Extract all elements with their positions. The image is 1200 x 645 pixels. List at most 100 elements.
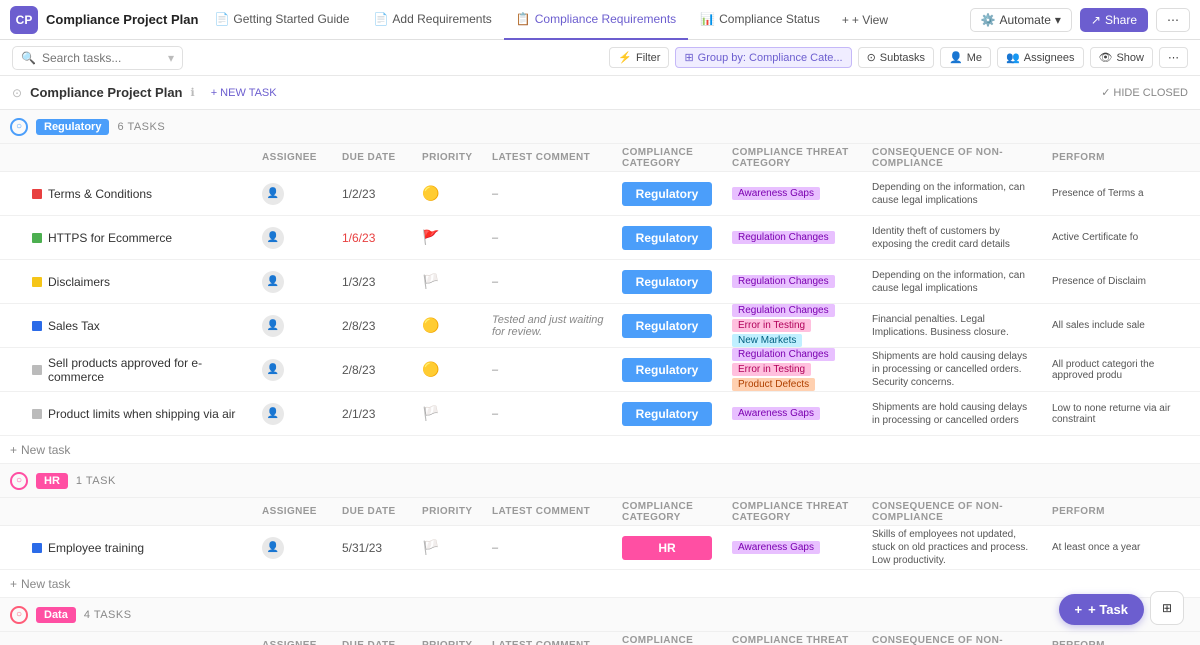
due-date: 2/8/23 — [342, 363, 375, 377]
filter-button[interactable]: ⚡ Filter — [609, 47, 669, 68]
column-headers: ASSIGNEEDUE DATEPRIORITYLATEST COMMENTCO… — [0, 498, 1200, 526]
new-task-regulatory[interactable]: +New task — [0, 436, 1200, 464]
task-consequence-col: Depending on the information, can cause … — [864, 181, 1044, 207]
task-count-data: 4 TASKS — [84, 609, 132, 621]
global-header: ⊙ Compliance Project Plan ℹ + NEW TASK ✓… — [0, 76, 1200, 110]
tab-compliance-status[interactable]: 📊 Compliance Status — [688, 0, 832, 40]
task-threat-col: Regulation ChangesError in TestingProduc… — [724, 348, 864, 391]
task-perform-col: Low to none returne via air constraint — [1044, 403, 1200, 425]
assignees-icon: 👥 — [1006, 51, 1020, 64]
filter-icon: ⚡ — [618, 51, 632, 64]
automate-button[interactable]: ⚙️ Automate ▾ — [970, 8, 1072, 32]
task-status-dot — [32, 365, 42, 375]
latest-comment: Tested and just waiting for review. — [492, 314, 606, 338]
task-category-col: Regulatory — [614, 402, 724, 426]
task-row[interactable]: Sell products approved for e-commerce 👤 … — [0, 348, 1200, 392]
latest-comment: – — [492, 188, 498, 200]
hide-closed-button[interactable]: ✓ HIDE CLOSED — [1101, 86, 1188, 99]
threat-tags: Awareness Gaps — [732, 541, 820, 554]
new-task-header-button[interactable]: + NEW TASK — [211, 87, 277, 99]
task-row[interactable]: Sales Tax 👤 2/8/23 🟡 Tested and just wai… — [0, 304, 1200, 348]
search-box[interactable]: 🔍 ▾ — [12, 46, 183, 70]
tab-getting-started[interactable]: 📄 Getting Started Guide — [202, 0, 361, 40]
latest-comment: – — [492, 408, 498, 420]
priority-flag: 🟡 — [422, 317, 439, 334]
task-comment-col: – — [484, 408, 614, 420]
priority-flag: 🟡 — [422, 361, 439, 378]
toolbar-right: ⚡ Filter ⊞ Group by: Compliance Cate... … — [609, 47, 1188, 68]
task-status-dot — [32, 277, 42, 287]
show-button[interactable]: 👁 Show — [1090, 47, 1154, 68]
due-date: 1/2/23 — [342, 187, 375, 201]
task-category-col: Regulatory — [614, 314, 724, 338]
more-toolbar-button[interactable]: ⋯ — [1159, 47, 1188, 68]
plus-icon: + — [10, 443, 17, 457]
threat-tags: Regulation ChangesError in TestingProduc… — [732, 348, 856, 391]
consequence-text: Depending on the information, can cause … — [872, 269, 1036, 295]
chevron-down-icon: ▾ — [1055, 13, 1061, 27]
plus-icon: + — [842, 13, 849, 27]
task-due-col: 2/8/23 — [334, 363, 414, 377]
avatar: 👤 — [262, 271, 284, 293]
group-by-button[interactable]: ⊞ Group by: Compliance Cate... — [675, 47, 851, 68]
task-name-text: Sell products approved for e-commerce — [48, 356, 246, 384]
add-view-button[interactable]: + + View — [832, 0, 898, 40]
task-name-col: Sales Tax — [24, 319, 254, 333]
task-threat-col: Regulation Changes — [724, 231, 864, 244]
tab-add-requirements[interactable]: 📄 Add Requirements — [361, 0, 503, 40]
task-assignee-col[interactable]: 👤 — [254, 537, 334, 559]
task-name-text: Terms & Conditions — [48, 187, 152, 201]
task-assignee-col[interactable]: 👤 — [254, 403, 334, 425]
nav-tabs: 📄 Getting Started Guide 📄 Add Requiremen… — [202, 0, 965, 40]
task-assignee-col[interactable]: 👤 — [254, 315, 334, 337]
task-threat-col: Awareness Gaps — [724, 541, 864, 554]
collapse-all-icon[interactable]: ⊙ — [12, 86, 22, 100]
task-row[interactable]: HTTPS for Ecommerce 👤 1/6/23 🚩 – Regulat… — [0, 216, 1200, 260]
task-assignee-col[interactable]: 👤 — [254, 227, 334, 249]
task-assignee-col[interactable]: 👤 — [254, 359, 334, 381]
task-threat-col: Regulation ChangesError in TestingNew Ma… — [724, 304, 864, 347]
task-row[interactable]: Product limits when shipping via air 👤 2… — [0, 392, 1200, 436]
threat-tags: Regulation Changes — [732, 231, 835, 244]
task-name-text: Disclaimers — [48, 275, 110, 289]
section-header-data: ○ Data 4 TASKS — [0, 598, 1200, 632]
avatar: 👤 — [262, 403, 284, 425]
task-priority-col: 🏳️ — [414, 273, 484, 290]
tab-compliance-requirements[interactable]: 📋 Compliance Requirements — [504, 0, 688, 40]
section-collapse-regulatory[interactable]: ○ — [10, 118, 28, 136]
subtasks-button[interactable]: ⊙ Subtasks — [858, 47, 934, 68]
column-headers: ASSIGNEEDUE DATEPRIORITYLATEST COMMENTCO… — [0, 144, 1200, 172]
latest-comment: – — [492, 542, 498, 554]
priority-flag: 🏳️ — [422, 405, 439, 422]
share-button[interactable]: ↗ Share — [1080, 8, 1148, 32]
due-date: 5/31/23 — [342, 541, 382, 555]
perform-text: All product categori the approved produ — [1052, 359, 1196, 381]
task-name-col: HTTPS for Ecommerce — [24, 231, 254, 245]
task-row[interactable]: Terms & Conditions 👤 1/2/23 🟡 – Regulato… — [0, 172, 1200, 216]
task-assignee-col[interactable]: 👤 — [254, 183, 334, 205]
task-status-dot — [32, 543, 42, 553]
add-task-fab[interactable]: + + Task — [1059, 594, 1144, 625]
more-options-button[interactable]: ⋯ — [1156, 8, 1190, 32]
task-threat-col: Regulation Changes — [724, 275, 864, 288]
search-input[interactable] — [42, 51, 162, 65]
task-row[interactable]: Employee training 👤 5/31/23 🏳️ – HR Awar… — [0, 526, 1200, 570]
due-date: 1/6/23 — [342, 231, 375, 245]
task-priority-col: 🏳️ — [414, 539, 484, 556]
grid-view-button[interactable]: ⊞ — [1150, 591, 1184, 625]
task-perform-col: All sales include sale — [1044, 320, 1200, 331]
perform-text: Low to none returne via air constraint — [1052, 403, 1196, 425]
task-status-dot — [32, 233, 42, 243]
me-button[interactable]: 👤 Me — [940, 47, 991, 68]
compliance-category-badge: Regulatory — [622, 314, 712, 338]
task-assignee-col[interactable]: 👤 — [254, 271, 334, 293]
task-row[interactable]: Disclaimers 👤 1/3/23 🏳️ – Regulatory Reg… — [0, 260, 1200, 304]
new-task-hr[interactable]: +New task — [0, 570, 1200, 598]
threat-tag: Error in Testing — [732, 363, 811, 376]
compliance-category-badge: HR — [622, 536, 712, 560]
task-threat-col: Awareness Gaps — [724, 187, 864, 200]
section-collapse-hr[interactable]: ○ — [10, 472, 28, 490]
threat-tags: Regulation ChangesError in TestingNew Ma… — [732, 304, 856, 347]
section-collapse-data[interactable]: ○ — [10, 606, 28, 624]
assignees-button[interactable]: 👥 Assignees — [997, 47, 1083, 68]
